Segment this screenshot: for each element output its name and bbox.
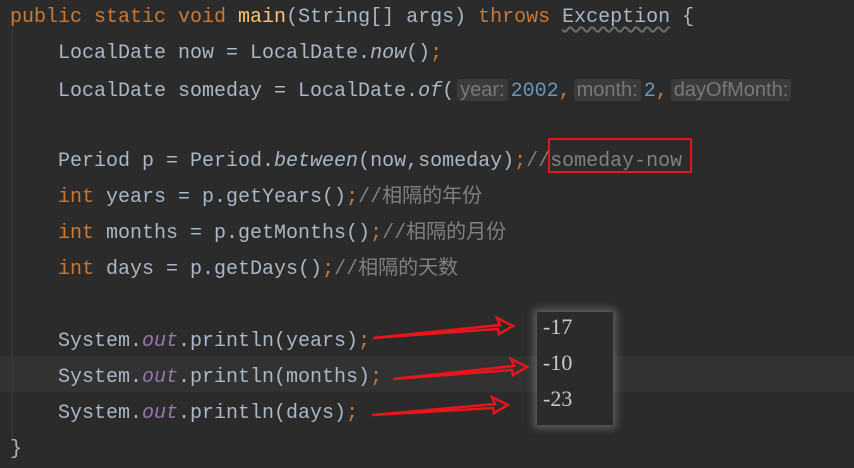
arrow-icon bbox=[371, 394, 511, 417]
arrow-icon bbox=[372, 315, 516, 340]
output-console: -17 -10 -23 bbox=[537, 312, 613, 425]
arrow-icon bbox=[392, 356, 530, 381]
output-years: -17 bbox=[543, 314, 573, 339]
annotation-arrows bbox=[371, 315, 530, 417]
output-months: -10 bbox=[543, 350, 573, 375]
output-days: -23 bbox=[543, 386, 573, 411]
